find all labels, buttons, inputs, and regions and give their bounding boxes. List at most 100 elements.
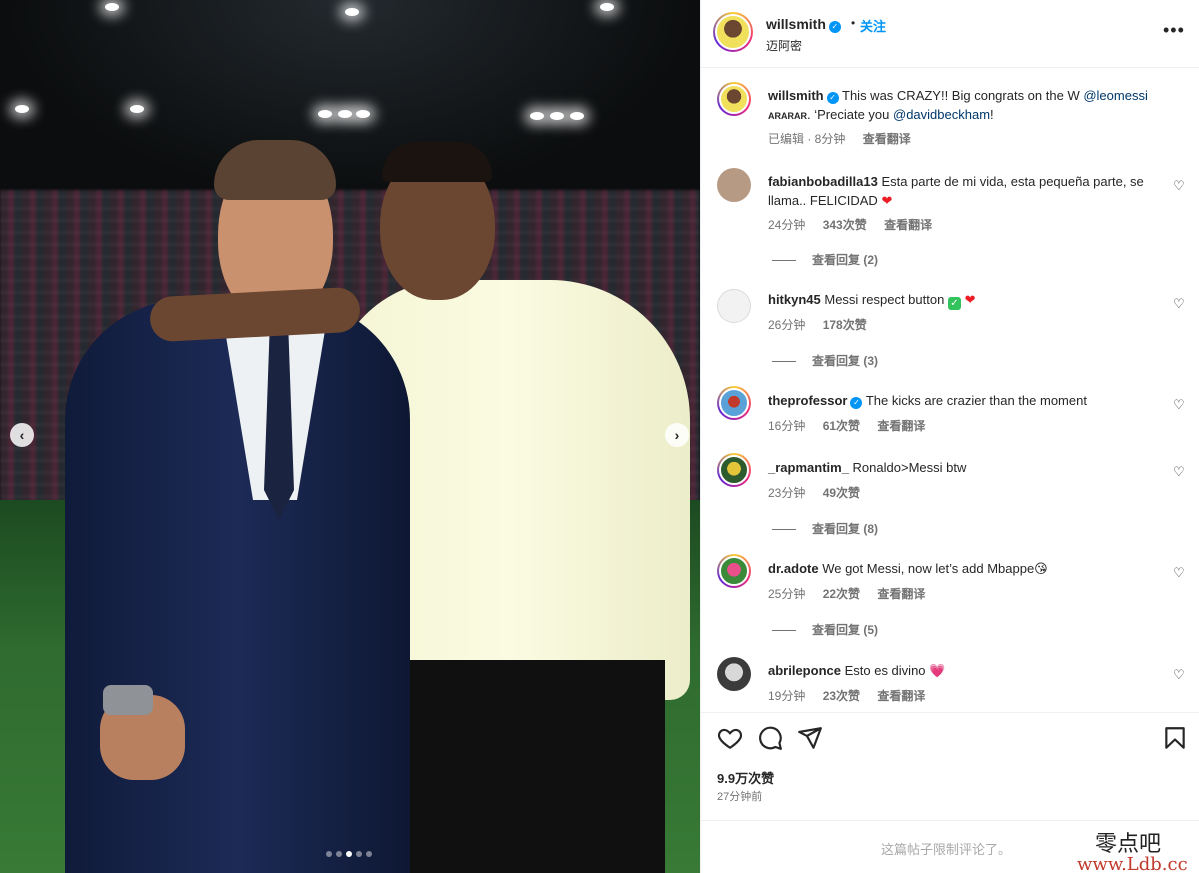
author-avatar[interactable] <box>713 12 753 52</box>
view-replies-button[interactable]: 查看回复 (8) <box>772 520 878 537</box>
wristwatch <box>103 685 153 715</box>
caption-text-part: ARARAR <box>768 111 807 121</box>
comment-username[interactable]: _rapmantim_ <box>768 460 849 475</box>
comment-meta: 19分钟 23次赞 查看翻译 <box>768 687 939 704</box>
stadium-light <box>318 110 332 118</box>
likes-count[interactable]: 9.9万次赞 <box>717 768 774 787</box>
check-emoji-icon: ✓ <box>947 297 961 310</box>
post-media[interactable]: ‹ › <box>0 0 700 873</box>
commenter-avatar[interactable] <box>717 168 751 202</box>
translate-link[interactable]: 查看翻译 <box>877 587 925 601</box>
commenter-avatar[interactable] <box>717 453 751 487</box>
comment-text: dr.adote We got Messi, now let’s add Mba… <box>768 559 1168 578</box>
comment-meta: 24分钟 343次赞 查看翻译 <box>768 216 946 233</box>
comment-username[interactable]: hitkyn45 <box>768 292 821 307</box>
mention-link[interactable]: @davidbeckham <box>893 107 990 122</box>
commenter-avatar[interactable] <box>717 386 751 420</box>
caption-time: 已编辑 · 8分钟 <box>768 132 846 146</box>
person-right-pants <box>410 660 665 873</box>
stadium-light <box>356 110 370 118</box>
stadium-light <box>550 112 564 120</box>
post-actions: 9.9万次赞 27分钟前 <box>701 712 1199 820</box>
comment-likes[interactable]: 23次赞 <box>823 689 860 703</box>
save-bookmark-icon[interactable] <box>1162 725 1188 751</box>
comment-body: Ronaldo>Messi btw <box>852 460 967 475</box>
caption-text: willsmith ✓ This was CRAZY!! Big congrats… <box>768 86 1168 126</box>
like-comment-heart-icon[interactable]: ♡ <box>1173 667 1187 682</box>
stadium-light <box>600 3 614 11</box>
stadium-light <box>105 3 119 11</box>
comment-time: 16分钟 <box>768 419 806 433</box>
like-comment-heart-icon[interactable]: ♡ <box>1173 178 1187 193</box>
comment-meta: 25分钟 22次赞 查看翻译 <box>768 585 939 602</box>
view-replies-button[interactable]: 查看回复 (5) <box>772 621 878 638</box>
caption-text-part: ! <box>990 107 994 122</box>
comment-body: The kicks are crazier than the moment <box>865 393 1087 408</box>
caption-text-part: This was CRAZY!! Big congrats on the W <box>842 88 1080 103</box>
comment-body: We got Messi, now let’s add Mbappe <box>822 561 1035 576</box>
translate-link[interactable]: 查看翻译 <box>877 419 925 433</box>
stadium-light <box>570 112 584 120</box>
comment-username[interactable]: abrileponce <box>768 663 841 678</box>
comment-likes[interactable]: 61次赞 <box>823 419 860 433</box>
comment-username[interactable]: dr.adote <box>768 561 819 576</box>
comment-likes[interactable]: 49次赞 <box>823 486 860 500</box>
carousel-prev-button[interactable]: ‹ <box>10 423 34 447</box>
comment-body: Messi respect button <box>824 292 945 307</box>
view-replies-button[interactable]: 查看回复 (3) <box>772 352 878 369</box>
carousel-next-button[interactable]: › <box>665 423 689 447</box>
comments-list[interactable]: willsmith ✓ This was CRAZY!! Big congrats… <box>701 68 1199 712</box>
view-replies-button[interactable]: 查看回复 (2) <box>772 251 878 268</box>
comment-likes[interactable]: 22次赞 <box>823 587 860 601</box>
stadium-background <box>0 0 700 200</box>
comment-time: 24分钟 <box>768 218 806 232</box>
separator-dot: • <box>851 16 856 30</box>
comment-time: 19分钟 <box>768 689 806 703</box>
author-username[interactable]: willsmith ✓ <box>766 16 841 33</box>
carousel-dot <box>336 851 342 857</box>
caption-meta: 已编辑 · 8分钟 查看翻译 <box>768 130 925 147</box>
carousel-dot-active <box>346 851 352 857</box>
comment-time: 26分钟 <box>768 318 806 332</box>
comment-username[interactable]: theprofessor <box>768 393 847 408</box>
commenter-avatar[interactable] <box>717 657 751 691</box>
comment-text: abrileponce Esto es divino 💗 <box>768 661 1168 680</box>
commenter-avatar[interactable] <box>717 554 751 588</box>
verified-badge-icon: ✓ <box>850 397 863 409</box>
comment-text: hitkyn45 Messi respect button ✓ ❤ <box>768 290 1168 310</box>
stadium-light <box>15 105 29 113</box>
person-right-hair <box>382 142 492 182</box>
comment-likes[interactable]: 178次赞 <box>823 318 867 332</box>
stadium-light <box>338 110 352 118</box>
stadium-light <box>530 112 544 120</box>
comment-meta: 23分钟 49次赞 <box>768 484 874 501</box>
person-left-hair <box>214 140 336 200</box>
stadium-light <box>345 8 359 16</box>
commenter-avatar[interactable] <box>717 289 751 323</box>
post-location[interactable]: 迈阿密 <box>766 37 802 54</box>
share-paper-plane-icon[interactable] <box>797 725 823 751</box>
follow-button[interactable]: 关注 <box>860 16 886 35</box>
translate-link[interactable]: 查看翻译 <box>884 218 932 232</box>
like-comment-heart-icon[interactable]: ♡ <box>1173 296 1187 311</box>
comment-meta: 26分钟 178次赞 <box>768 316 881 333</box>
comment-text: fabianbobadilla13 Esta parte de mi vida,… <box>768 172 1168 210</box>
carousel-dot <box>326 851 332 857</box>
comment-likes[interactable]: 343次赞 <box>823 218 867 232</box>
comment-bubble-icon[interactable] <box>757 725 783 751</box>
like-comment-heart-icon[interactable]: ♡ <box>1173 397 1187 412</box>
like-comment-heart-icon[interactable]: ♡ <box>1173 565 1187 580</box>
caption-username[interactable]: willsmith <box>768 88 824 103</box>
like-heart-icon[interactable] <box>717 725 743 751</box>
comment-username[interactable]: fabianbobadilla13 <box>768 174 878 189</box>
carousel-dot <box>366 851 372 857</box>
more-options-icon[interactable]: ••• <box>1163 20 1185 41</box>
heart-emoji-icon: ❤ <box>964 292 976 307</box>
post-time: 27分钟前 <box>717 791 763 803</box>
author-avatar[interactable] <box>717 82 751 116</box>
like-comment-heart-icon[interactable]: ♡ <box>1173 464 1187 479</box>
translate-link[interactable]: 查看翻译 <box>863 132 911 146</box>
carousel-dots <box>326 851 372 857</box>
translate-link[interactable]: 查看翻译 <box>877 689 925 703</box>
mention-link[interactable]: @leomessi <box>1083 88 1148 103</box>
